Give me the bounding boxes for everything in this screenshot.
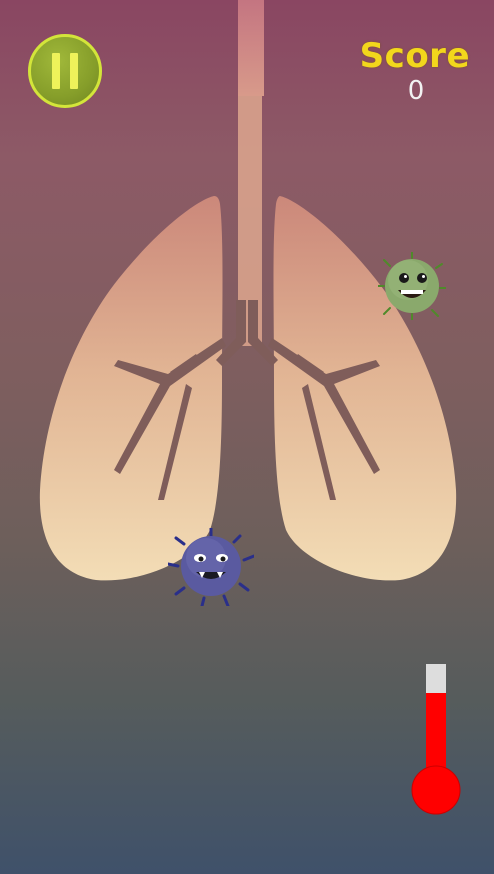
green-virus[interactable] <box>378 252 446 320</box>
score-label: Score <box>359 36 470 76</box>
left-lung <box>39 196 223 581</box>
temperature-thermometer <box>411 664 461 815</box>
score-value: 0 <box>407 76 425 106</box>
pause-icon-bar <box>70 53 78 89</box>
game-scene: Score 0 <box>0 0 494 874</box>
trachea <box>238 0 264 96</box>
pause-button[interactable] <box>28 34 102 108</box>
blue-virus[interactable] <box>168 528 254 606</box>
pause-icon <box>52 53 60 89</box>
